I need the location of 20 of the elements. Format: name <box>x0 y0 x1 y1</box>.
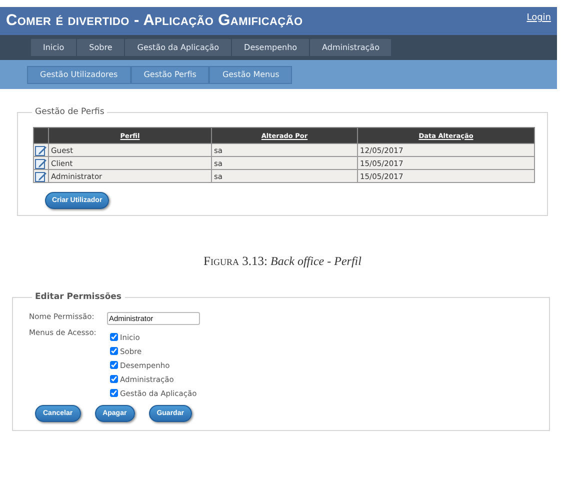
table-header-cell <box>34 128 48 144</box>
sub-menu-item[interactable]: Gestão Menus <box>209 66 292 84</box>
login-link[interactable]: Login <box>526 13 551 23</box>
sub-menu-item[interactable]: Gestão Perfis <box>130 66 210 84</box>
checkbox[interactable] <box>110 389 118 397</box>
checkbox[interactable] <box>110 361 118 369</box>
menu-item[interactable]: Desempenho <box>232 39 310 56</box>
app-title: Comer é divertido - Aplicação Gamificação <box>6 12 303 30</box>
menu-item[interactable]: Inicio <box>31 39 78 56</box>
menu-item[interactable]: Sobre <box>77 39 126 56</box>
menu-item[interactable]: Gestão da Aplicação <box>125 39 232 56</box>
panel-legend: Gestão de Perfis <box>32 107 108 117</box>
menu-item[interactable]: Administração <box>310 39 392 56</box>
figure-label: Figura 3.13: <box>204 254 268 268</box>
sub-menu-item[interactable]: Gestão Utilizadores <box>27 66 131 84</box>
checkbox[interactable] <box>110 333 118 341</box>
panel-legend: Editar Permissões <box>32 292 124 302</box>
figure-caption: Back office - Perfil <box>270 254 362 268</box>
checkbox[interactable] <box>110 375 118 383</box>
checkbox[interactable] <box>110 347 118 355</box>
